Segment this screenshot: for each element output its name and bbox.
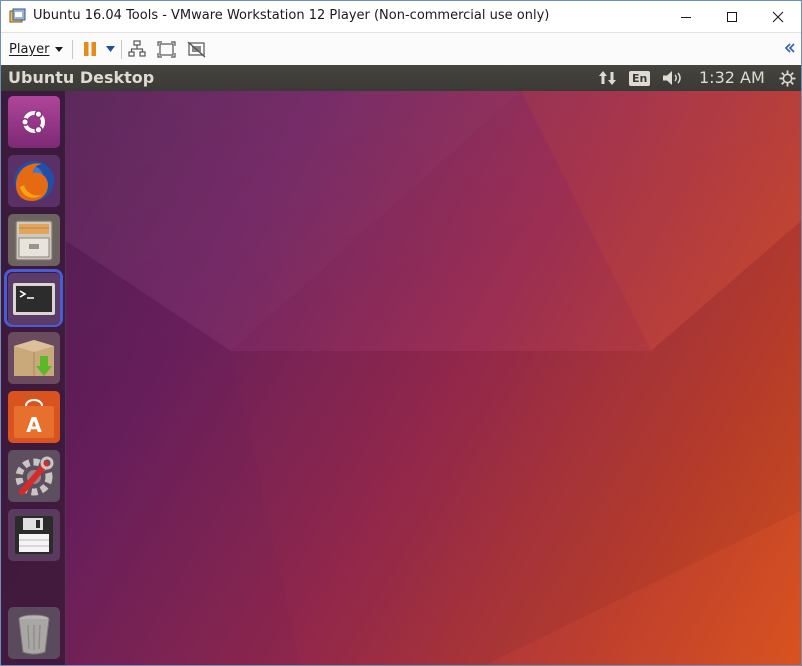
- launcher-item-save-drive[interactable]: [8, 509, 60, 561]
- svg-text:A: A: [26, 413, 42, 437]
- send-ctrl-alt-del-button[interactable]: [128, 39, 146, 59]
- double-chevron-left-icon: [784, 43, 795, 53]
- launcher-item-system-settings[interactable]: [8, 450, 60, 502]
- network-devices-icon: [128, 40, 146, 57]
- wallpaper-facets: [66, 91, 801, 665]
- file-cabinet-icon: [8, 214, 60, 266]
- terminal-icon: [8, 273, 60, 325]
- vmware-app-icon: [9, 8, 26, 25]
- vmware-window: Ubuntu 16.04 Tools - VMware Workstation …: [0, 0, 802, 666]
- unity-off-icon: [187, 40, 206, 58]
- fullscreen-button[interactable]: [157, 39, 176, 59]
- floppy-disk-icon: [8, 509, 60, 561]
- launcher-item-firefox[interactable]: [8, 155, 60, 207]
- maximize-icon: [727, 11, 737, 22]
- launcher-item-trash[interactable]: [8, 607, 60, 659]
- sound-indicator[interactable]: [662, 65, 684, 91]
- launcher-item-archive-manager[interactable]: [8, 332, 60, 384]
- launcher-item-files[interactable]: [8, 214, 60, 266]
- desktop-wallpaper[interactable]: [1, 91, 801, 665]
- chevron-down-icon: [55, 46, 64, 52]
- chevron-down-icon: [106, 46, 115, 52]
- settings-wrench-icon: [8, 450, 60, 502]
- firefox-icon: [8, 155, 60, 207]
- launcher-item-ubuntu-dash[interactable]: [8, 96, 60, 148]
- collapse-toolbar-button[interactable]: [784, 40, 795, 56]
- close-icon: [772, 11, 784, 22]
- pause-icon: [84, 42, 96, 56]
- window-title: Ubuntu 16.04 Tools - VMware Workstation …: [33, 8, 550, 23]
- minimize-button[interactable]: [663, 1, 709, 32]
- fullscreen-icon: [157, 40, 176, 58]
- player-toolbar: Player: [1, 32, 801, 65]
- pause-button[interactable]: [83, 39, 97, 59]
- minimize-icon: [681, 16, 691, 18]
- trash-icon: [8, 607, 60, 659]
- ubuntu-logo-icon: [8, 96, 60, 148]
- unity-launcher: A: [1, 91, 66, 665]
- launcher-item-terminal[interactable]: [8, 273, 60, 325]
- package-download-icon: [8, 332, 60, 384]
- close-button[interactable]: [755, 1, 801, 32]
- player-menu-button[interactable]: Player: [9, 40, 64, 58]
- toolbar-separator: [121, 40, 122, 59]
- keyboard-layout-indicator[interactable]: En: [629, 65, 651, 91]
- volume-icon: [663, 71, 681, 85]
- launcher-item-ubuntu-software[interactable]: A: [8, 391, 60, 443]
- window-title-bar[interactable]: Ubuntu 16.04 Tools - VMware Workstation …: [1, 1, 801, 32]
- unity-mode-button[interactable]: [187, 39, 206, 59]
- desktop-title: Ubuntu Desktop: [8, 68, 155, 87]
- player-menu-label: Player: [9, 41, 50, 57]
- pause-dropdown-button[interactable]: [106, 39, 115, 59]
- keyboard-layout-label: En: [629, 70, 651, 86]
- session-indicator[interactable]: [779, 65, 796, 91]
- shopping-bag-icon: A: [8, 391, 60, 443]
- clock[interactable]: 1:32 AM: [699, 68, 765, 87]
- gear-icon: [779, 70, 796, 86]
- network-indicator[interactable]: [599, 65, 616, 91]
- ubuntu-top-panel: Ubuntu Desktop En 1:32 AM: [1, 65, 801, 91]
- maximize-button[interactable]: [709, 1, 755, 32]
- toolbar-separator: [72, 40, 73, 59]
- network-arrows-icon: [599, 71, 616, 85]
